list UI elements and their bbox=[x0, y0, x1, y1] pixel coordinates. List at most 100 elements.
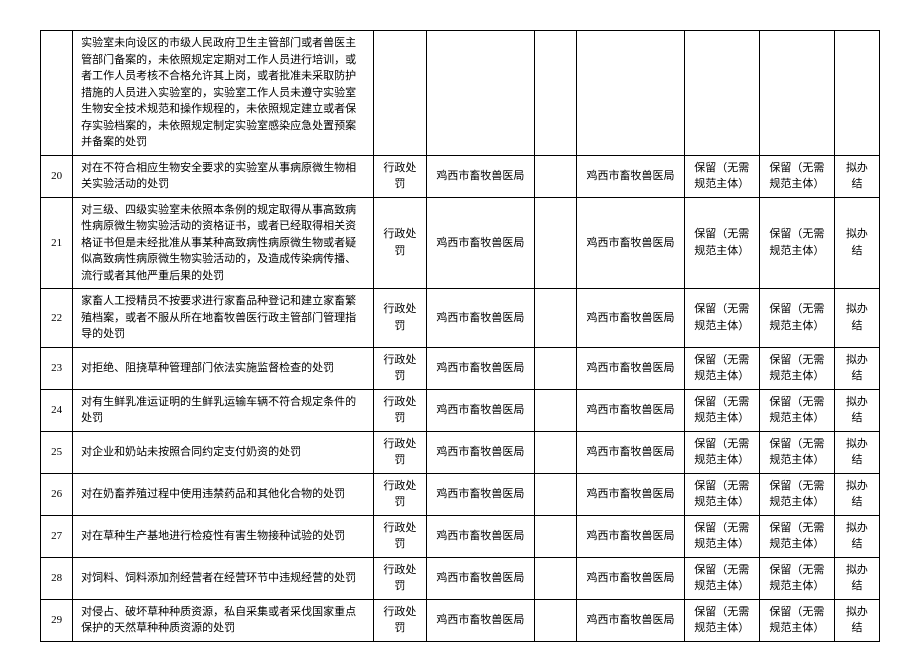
row-type: 行政处罚 bbox=[373, 347, 427, 389]
row-result: 拟办结 bbox=[834, 431, 879, 473]
row-type: 行政处罚 bbox=[373, 431, 427, 473]
row-description: 对拒绝、阻挠草种管理部门依法实施监督检查的处罚 bbox=[73, 347, 373, 389]
row-keep-2: 保留（无需规范主体） bbox=[759, 557, 834, 599]
row-keep-1: 保留（无需规范主体） bbox=[684, 389, 759, 431]
row-blank bbox=[534, 197, 577, 289]
row-result: 拟办结 bbox=[834, 197, 879, 289]
table-row: 28对饲料、饲料添加剂经营者在经营环节中违规经营的处罚行政处罚鸡西市畜牧兽医局鸡… bbox=[41, 557, 880, 599]
row-dept-2: 鸡西市畜牧兽医局 bbox=[577, 515, 684, 557]
row-keep-1: 保留（无需规范主体） bbox=[684, 599, 759, 641]
row-description: 对企业和奶站未按照合同约定支付奶资的处罚 bbox=[73, 431, 373, 473]
row-index: 20 bbox=[41, 155, 73, 197]
row-keep-2: 保留（无需规范主体） bbox=[759, 347, 834, 389]
row-keep-2: 保留（无需规范主体） bbox=[759, 599, 834, 641]
row-result: 拟办结 bbox=[834, 599, 879, 641]
row-dept-1: 鸡西市畜牧兽医局 bbox=[427, 155, 534, 197]
table-row: 25对企业和奶站未按照合同约定支付奶资的处罚行政处罚鸡西市畜牧兽医局鸡西市畜牧兽… bbox=[41, 431, 880, 473]
row-keep-1: 保留（无需规范主体） bbox=[684, 473, 759, 515]
row-type: 行政处罚 bbox=[373, 389, 427, 431]
row-index: 23 bbox=[41, 347, 73, 389]
row-description: 对在不符合相应生物安全要求的实验室从事病原微生物相关实验活动的处罚 bbox=[73, 155, 373, 197]
row-dept-2: 鸡西市畜牧兽医局 bbox=[577, 599, 684, 641]
table-row: 实验室未向设区的市级人民政府卫生主管部门或者兽医主管部门备案的，未依照规定定期对… bbox=[41, 31, 880, 156]
row-keep-2: 保留（无需规范主体） bbox=[759, 289, 834, 348]
row-index: 25 bbox=[41, 431, 73, 473]
row-type: 行政处罚 bbox=[373, 557, 427, 599]
row-type: 行政处罚 bbox=[373, 289, 427, 348]
row-result: 拟办结 bbox=[834, 515, 879, 557]
row-result: 拟办结 bbox=[834, 389, 879, 431]
row-keep-1: 保留（无需规范主体） bbox=[684, 557, 759, 599]
row-blank bbox=[534, 599, 577, 641]
table-row: 26对在奶畜养殖过程中使用违禁药品和其他化合物的处罚行政处罚鸡西市畜牧兽医局鸡西… bbox=[41, 473, 880, 515]
row-keep-2: 保留（无需规范主体） bbox=[759, 473, 834, 515]
row-keep-2: 保留（无需规范主体） bbox=[759, 197, 834, 289]
row-index bbox=[41, 31, 73, 156]
row-keep-1: 保留（无需规范主体） bbox=[684, 197, 759, 289]
table-row: 22家畜人工授精员不按要求进行家畜品种登记和建立家畜繁殖档案，或者不服从所在地畜… bbox=[41, 289, 880, 348]
row-dept-2: 鸡西市畜牧兽医局 bbox=[577, 557, 684, 599]
row-keep-1: 保留（无需规范主体） bbox=[684, 431, 759, 473]
row-result: 拟办结 bbox=[834, 347, 879, 389]
row-blank bbox=[534, 389, 577, 431]
row-dept-1: 鸡西市畜牧兽医局 bbox=[427, 473, 534, 515]
row-description: 对在奶畜养殖过程中使用违禁药品和其他化合物的处罚 bbox=[73, 473, 373, 515]
row-description: 对饲料、饲料添加剂经营者在经营环节中违规经营的处罚 bbox=[73, 557, 373, 599]
row-blank bbox=[534, 31, 577, 156]
table-row: 24对有生鲜乳准运证明的生鲜乳运输车辆不符合规定条件的处罚行政处罚鸡西市畜牧兽医… bbox=[41, 389, 880, 431]
row-dept-1: 鸡西市畜牧兽医局 bbox=[427, 557, 534, 599]
row-result: 拟办结 bbox=[834, 289, 879, 348]
row-description: 实验室未向设区的市级人民政府卫生主管部门或者兽医主管部门备案的，未依照规定定期对… bbox=[73, 31, 373, 156]
row-blank bbox=[534, 347, 577, 389]
row-index: 22 bbox=[41, 289, 73, 348]
row-blank bbox=[534, 155, 577, 197]
row-dept-2: 鸡西市畜牧兽医局 bbox=[577, 155, 684, 197]
row-dept-1: 鸡西市畜牧兽医局 bbox=[427, 431, 534, 473]
row-description: 对三级、四级实验室未依照本条例的规定取得从事高致病性病原微生物实验活动的资格证书… bbox=[73, 197, 373, 289]
row-keep-2: 保留（无需规范主体） bbox=[759, 431, 834, 473]
row-type: 行政处罚 bbox=[373, 197, 427, 289]
permit-table: 实验室未向设区的市级人民政府卫生主管部门或者兽医主管部门备案的，未依照规定定期对… bbox=[40, 30, 880, 642]
row-index: 27 bbox=[41, 515, 73, 557]
row-result: 拟办结 bbox=[834, 557, 879, 599]
row-dept-1: 鸡西市畜牧兽医局 bbox=[427, 289, 534, 348]
row-dept-1: 鸡西市畜牧兽医局 bbox=[427, 515, 534, 557]
row-keep-1: 保留（无需规范主体） bbox=[684, 155, 759, 197]
row-blank bbox=[534, 473, 577, 515]
row-result: 拟办结 bbox=[834, 473, 879, 515]
row-type: 行政处罚 bbox=[373, 155, 427, 197]
row-description: 家畜人工授精员不按要求进行家畜品种登记和建立家畜繁殖档案，或者不服从所在地畜牧兽… bbox=[73, 289, 373, 348]
row-dept-2: 鸡西市畜牧兽医局 bbox=[577, 389, 684, 431]
table-row: 20对在不符合相应生物安全要求的实验室从事病原微生物相关实验活动的处罚行政处罚鸡… bbox=[41, 155, 880, 197]
row-keep-2 bbox=[759, 31, 834, 156]
row-keep-2: 保留（无需规范主体） bbox=[759, 389, 834, 431]
row-description: 对有生鲜乳准运证明的生鲜乳运输车辆不符合规定条件的处罚 bbox=[73, 389, 373, 431]
row-blank bbox=[534, 557, 577, 599]
row-result bbox=[834, 31, 879, 156]
row-dept-1: 鸡西市畜牧兽医局 bbox=[427, 389, 534, 431]
row-description: 对在草种生产基地进行检疫性有害生物接种试验的处罚 bbox=[73, 515, 373, 557]
row-blank bbox=[534, 289, 577, 348]
row-keep-1: 保留（无需规范主体） bbox=[684, 289, 759, 348]
row-index: 28 bbox=[41, 557, 73, 599]
row-dept-1: 鸡西市畜牧兽医局 bbox=[427, 197, 534, 289]
row-keep-2: 保留（无需规范主体） bbox=[759, 515, 834, 557]
row-type bbox=[373, 31, 427, 156]
row-keep-1: 保留（无需规范主体） bbox=[684, 515, 759, 557]
row-keep-2: 保留（无需规范主体） bbox=[759, 155, 834, 197]
row-index: 26 bbox=[41, 473, 73, 515]
row-dept-2: 鸡西市畜牧兽医局 bbox=[577, 431, 684, 473]
table-row: 27对在草种生产基地进行检疫性有害生物接种试验的处罚行政处罚鸡西市畜牧兽医局鸡西… bbox=[41, 515, 880, 557]
row-dept-2: 鸡西市畜牧兽医局 bbox=[577, 473, 684, 515]
row-dept-2: 鸡西市畜牧兽医局 bbox=[577, 197, 684, 289]
row-dept-2: 鸡西市畜牧兽医局 bbox=[577, 289, 684, 348]
table-row: 29对侵占、破坏草种种质资源，私自采集或者采伐国家重点保护的天然草种种质资源的处… bbox=[41, 599, 880, 641]
row-dept-1: 鸡西市畜牧兽医局 bbox=[427, 347, 534, 389]
row-index: 24 bbox=[41, 389, 73, 431]
row-dept-1 bbox=[427, 31, 534, 156]
row-description: 对侵占、破坏草种种质资源，私自采集或者采伐国家重点保护的天然草种种质资源的处罚 bbox=[73, 599, 373, 641]
table-row: 23对拒绝、阻挠草种管理部门依法实施监督检查的处罚行政处罚鸡西市畜牧兽医局鸡西市… bbox=[41, 347, 880, 389]
row-dept-2 bbox=[577, 31, 684, 156]
row-keep-1 bbox=[684, 31, 759, 156]
row-dept-2: 鸡西市畜牧兽医局 bbox=[577, 347, 684, 389]
